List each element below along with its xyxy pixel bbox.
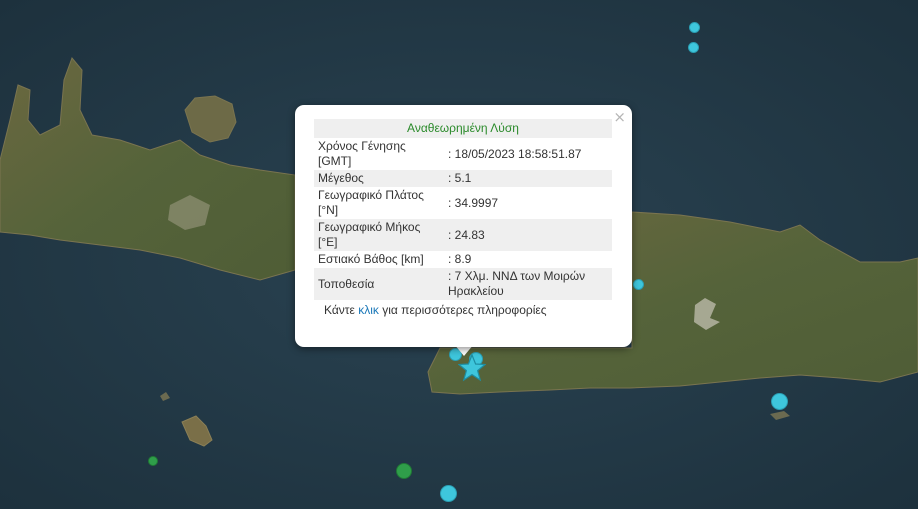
quake-marker[interactable] [440, 485, 457, 502]
table-row: Χρόνος Γένησης [GMT] : 18/05/2023 18:58:… [314, 138, 612, 170]
event-details-table: Αναθεωρημένη Λύση Χρόνος Γένησης [GMT] :… [314, 119, 612, 321]
popup-footer-row: Κάντε κλικ για περισσότερες πληροφορίες [314, 300, 612, 321]
quake-marker[interactable] [689, 22, 700, 33]
row-value: : 24.83 [440, 219, 612, 251]
table-row: Γεωγραφικό Μήκος [°E] : 24.83 [314, 219, 612, 251]
table-row: Μέγεθος : 5.1 [314, 170, 612, 187]
row-label: Εστιακό Βάθος [km] [318, 252, 424, 266]
row-label: Γεωγραφικό Πλάτος [°N] [318, 188, 424, 217]
row-value: : 7 Χλμ. ΝΝΔ των Μοιρών Ηρακλείου [440, 268, 612, 300]
table-row: Εστιακό Βάθος [km] : 8.9 [314, 251, 612, 268]
row-value: : 8.9 [448, 252, 472, 266]
row-label: Χρόνος Γένησης [GMT] [318, 139, 406, 168]
map-view[interactable]: × Αναθεωρημένη Λύση Χρόνος Γένησης [GMT]… [0, 0, 918, 509]
row-value: : 5.1 [440, 170, 612, 187]
popup-footer: Κάντε κλικ για περισσότερες πληροφορίες [314, 300, 612, 321]
footer-text-pre: Κάντε [324, 303, 359, 317]
table-row: Τοποθεσία : 7 Χλμ. ΝΝΔ των Μοιρών Ηρακλε… [314, 268, 612, 300]
event-popup: × Αναθεωρημένη Λύση Χρόνος Γένησης [GMT]… [295, 105, 632, 347]
quake-marker[interactable] [688, 42, 699, 53]
row-label: Γεωγραφικό Μήκος [°E] [314, 219, 440, 251]
quake-marker[interactable] [771, 393, 788, 410]
row-value: : 34.9997 [448, 195, 499, 210]
close-icon[interactable]: × [613, 109, 626, 125]
row-value: : 18/05/2023 18:58:51.87 [448, 146, 582, 161]
popup-header: Αναθεωρημένη Λύση [314, 119, 612, 138]
quake-marker-old[interactable] [396, 463, 412, 479]
row-label: Μέγεθος [314, 170, 440, 187]
popup-header-row: Αναθεωρημένη Λύση [314, 119, 612, 138]
table-row: Γεωγραφικό Πλάτος [°N] : 34.9997 [314, 187, 612, 219]
star-icon[interactable] [458, 354, 486, 382]
row-label: Τοποθεσία [314, 268, 440, 300]
quake-marker[interactable] [633, 279, 644, 290]
more-info-link[interactable]: κλικ [358, 303, 379, 317]
quake-marker-old[interactable] [148, 456, 158, 466]
footer-text-post: για περισσότερες πληροφορίες [378, 303, 547, 317]
